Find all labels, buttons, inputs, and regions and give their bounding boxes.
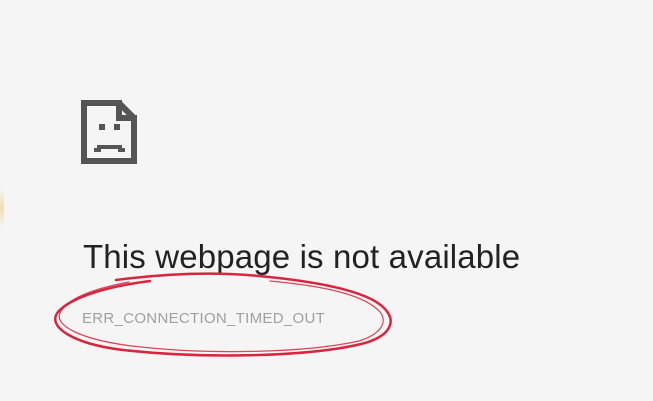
red-ellipse-annotation (54, 272, 392, 357)
error-code: ERR_CONNECTION_TIMED_OUT (82, 310, 326, 327)
sad-page-icon (81, 100, 137, 164)
left-edge-hint (0, 188, 4, 228)
page-title: This webpage is not available (83, 238, 521, 275)
browser-error-page: This webpage is not available ERR_CONNEC… (0, 0, 653, 401)
